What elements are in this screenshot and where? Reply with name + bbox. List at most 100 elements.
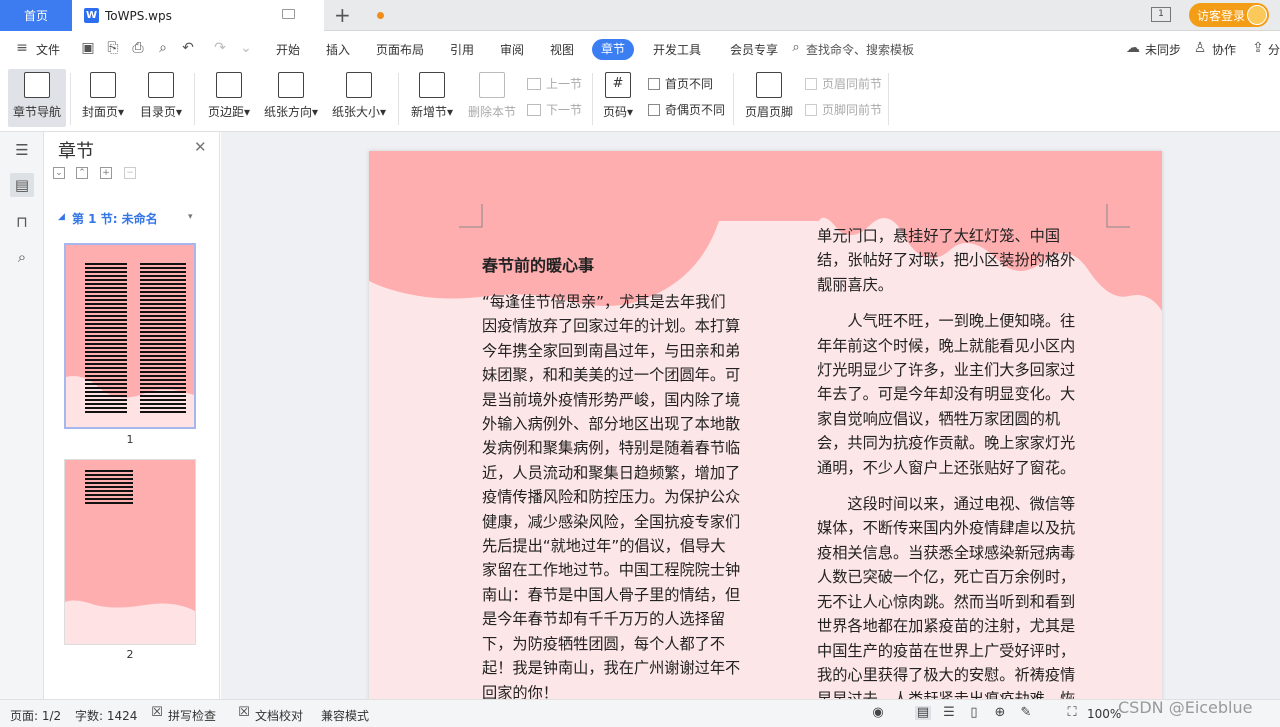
prev-section-button[interactable]: 上一节 — [527, 75, 582, 92]
menu-chapter[interactable]: 章节 — [592, 39, 634, 60]
paragraph: 人气旺不旺，一到晚上便知晓。往 年年前这个时候，晚上就能看见小区内 灯光明显少了许多… — [817, 309, 1117, 480]
next-section-button[interactable]: 下一节 — [527, 101, 582, 118]
proofread-button[interactable]: 文档校对 — [255, 707, 303, 724]
save-icon[interactable]: ▣ — [80, 40, 96, 56]
text-line: 人气旺不旺，一到晚上便知晓。往 — [817, 312, 1076, 331]
menu-page-layout[interactable]: 页面布局 — [376, 41, 424, 58]
margin-button[interactable]: 页边距▾ — [203, 69, 255, 127]
fit-page-icon[interactable]: ⛶ — [1064, 706, 1080, 720]
orientation-button[interactable]: 纸张方向▾ — [260, 69, 322, 127]
close-icon[interactable]: ✕ — [194, 138, 207, 156]
menu-insert[interactable]: 插入 — [326, 41, 350, 58]
page-thumbnail[interactable] — [64, 243, 196, 429]
menu-start[interactable]: 开始 — [276, 41, 300, 58]
thumbnail-text — [85, 263, 127, 415]
delete-section-icon — [479, 72, 505, 98]
outline-view-icon[interactable]: ☰ — [941, 706, 957, 720]
text-line: 妹团聚，和和美美的过一个团圆年。可 — [482, 366, 741, 385]
spell-check-icon: ☒ — [151, 705, 163, 720]
avatar — [1247, 5, 1267, 25]
collaborate-button[interactable]: 协作 — [1212, 41, 1236, 58]
chapter-nav-icon — [24, 72, 50, 98]
eye-protection-icon[interactable]: ◉ — [870, 706, 886, 720]
search-icon: ⌕ — [792, 40, 800, 55]
delete-section-label: 删除本节 — [467, 105, 516, 119]
odd-even-diff-checkbox[interactable]: 奇偶页不同 — [648, 101, 725, 118]
checkbox-box — [648, 103, 660, 116]
add-section-icon[interactable]: + — [100, 167, 112, 179]
chapter-panel-icon[interactable]: ▤ — [10, 173, 34, 197]
bookmark-icon[interactable]: ⊓ — [10, 210, 34, 234]
text-line: 单元门口，悬挂好了大红灯笼、中国 — [817, 227, 1060, 245]
window-layout-icon[interactable]: 1 — [1151, 7, 1171, 22]
page-view-icon[interactable]: ▤ — [915, 706, 931, 720]
text-line: 家自觉响应倡议，牺牲万家团圆的机 — [817, 409, 1060, 428]
login-button[interactable]: 访客登录 — [1189, 3, 1269, 27]
new-section-button[interactable]: 新增节▾ — [406, 69, 458, 127]
divider — [194, 73, 195, 125]
menu-file[interactable]: 文件 — [36, 41, 60, 58]
text-line: 世界各地都在加紧疫苗的注射，尤其是 — [817, 617, 1076, 636]
more-icon[interactable]: ⌄ — [238, 40, 254, 56]
undo-icon[interactable]: ↶ — [180, 40, 196, 56]
paper-size-icon — [346, 72, 372, 98]
divider — [398, 73, 399, 125]
share-button[interactable]: 分 — [1268, 41, 1280, 58]
cover-page-button[interactable]: 封面页▾ — [78, 69, 128, 127]
redo-icon[interactable]: ↷ — [212, 40, 228, 56]
text-line: 今年携全家回到南昌过年，与田亲和弟 — [482, 341, 741, 360]
new-tab-icon[interactable]: + — [334, 4, 351, 26]
footer-same-prev-checkbox[interactable]: 页脚同前节 — [805, 101, 882, 118]
command-search-input[interactable]: 查找命令、搜索模板 — [806, 41, 914, 58]
web-view-icon[interactable]: ⊕ — [992, 706, 1008, 720]
export-pdf-icon[interactable]: ⎘ — [105, 40, 121, 56]
tab-home[interactable]: 首页 — [0, 0, 72, 31]
text-line: 外输入病例外、部分地区出现了本地散 — [482, 415, 741, 434]
write-mode-icon[interactable]: ✎ — [1018, 706, 1034, 720]
menu-view[interactable]: 视图 — [550, 41, 574, 58]
print-icon[interactable]: ⎙ — [130, 40, 146, 56]
hamburger-icon[interactable]: ≡ — [14, 40, 30, 56]
menu-member[interactable]: 会员专享 — [730, 41, 778, 58]
zoom-level[interactable]: 100% — [1087, 707, 1121, 721]
footer-same-prev-label: 页脚同前节 — [822, 103, 883, 117]
delete-section-button[interactable]: 删除本节 — [464, 69, 520, 127]
menu-developer[interactable]: 开发工具 — [653, 41, 701, 58]
expand-icon[interactable]: ⌃ — [76, 167, 88, 179]
chapter-panel: 章节 ✕ ⌄ ⌃ + − ◢ 第 1 节: 未命名 ▾ 1 2 — [44, 132, 220, 699]
header-same-prev-checkbox[interactable]: 页眉同前节 — [805, 75, 882, 92]
word-count[interactable]: 字数: 1424 — [75, 707, 137, 724]
divider — [70, 73, 71, 125]
thumbnail-text — [140, 263, 186, 415]
first-page-diff-checkbox[interactable]: 首页不同 — [648, 75, 713, 92]
divider — [888, 73, 889, 125]
sync-status[interactable]: 未同步 — [1145, 41, 1181, 58]
menu-reference[interactable]: 引用 — [450, 41, 474, 58]
remove-section-icon[interactable]: − — [124, 167, 136, 179]
print-preview-icon[interactable]: ⌕ — [155, 40, 171, 56]
outline-icon[interactable]: ☰ — [10, 138, 34, 162]
paragraph: 单元门口，悬挂好了大红灯笼、中国 结，张帖好了对联，把小区装扮的格外 靓丽喜庆。 — [817, 224, 1117, 297]
spell-check-button[interactable]: 拼写检查 — [168, 707, 216, 724]
collapse-icon[interactable]: ⌄ — [53, 167, 65, 179]
header-footer-button[interactable]: 页眉页脚 — [741, 69, 797, 127]
section-item[interactable]: 第 1 节: 未命名 — [72, 210, 158, 227]
chevron-down-icon[interactable]: ▾ — [188, 212, 193, 222]
monitor-icon[interactable] — [282, 9, 295, 19]
page-thumbnail[interactable] — [64, 459, 196, 645]
find-icon[interactable]: ⌕ — [10, 245, 34, 269]
toc-page-button[interactable]: 目录页▾ — [135, 69, 187, 127]
panel-title: 章节 — [58, 141, 94, 162]
chapter-nav-button[interactable]: 章节导航 — [8, 69, 66, 127]
prev-section-label: 上一节 — [546, 77, 583, 91]
document-page[interactable]: 春节前的暖心事 “每逢佳节倍思亲”，尤其是去年我们 因疫情放弃了回家过年的计划。本… — [369, 151, 1162, 699]
page-number-button[interactable]: # 页码▾ — [598, 69, 638, 127]
menu-review[interactable]: 审阅 — [500, 41, 524, 58]
tab-document[interactable]: W ToWPS.wps — [72, 0, 384, 31]
text-line: 起！我是钟南山，我在广州谢谢过年不 — [482, 659, 741, 678]
reading-view-icon[interactable]: ▯ — [966, 706, 982, 720]
text-line: 家留在工作地过节。中国工程院院士钟 — [482, 561, 741, 580]
left-nav-bar: ☰ ▤ ⊓ ⌕ — [0, 132, 44, 699]
paper-size-button[interactable]: 纸张大小▾ — [328, 69, 390, 127]
divider — [733, 73, 734, 125]
